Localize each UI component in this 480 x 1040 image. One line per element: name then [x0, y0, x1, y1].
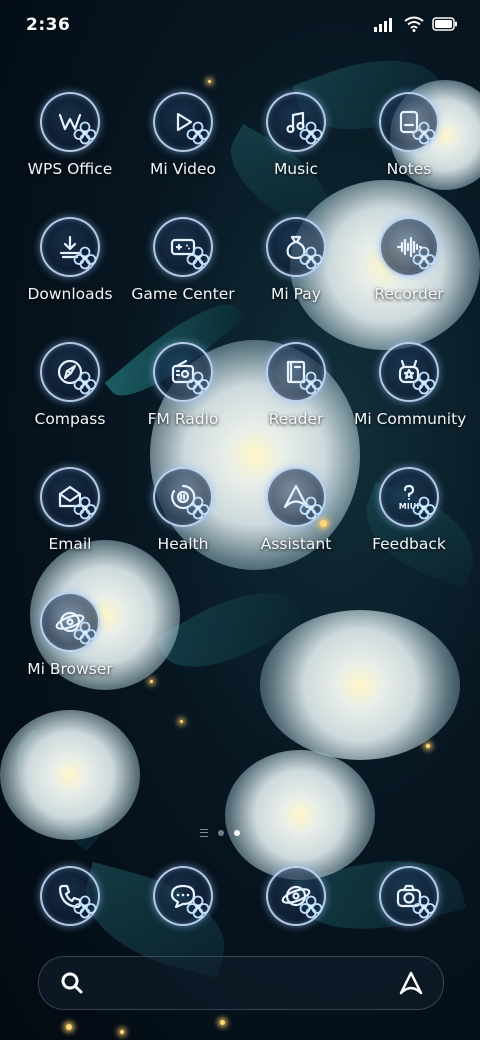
- app-music[interactable]: Music: [241, 92, 351, 178]
- app-recorder[interactable]: Recorder: [354, 217, 464, 303]
- app-fm-radio[interactable]: FM Radio: [128, 342, 238, 428]
- wifi-icon: [404, 16, 424, 32]
- app-label: Music: [273, 160, 319, 178]
- browser-icon-ring: [40, 592, 100, 652]
- app-email[interactable]: Email: [15, 467, 125, 553]
- status-bar: 2:36: [0, 0, 480, 52]
- play-icon-ring: [153, 92, 213, 152]
- app-notes[interactable]: Notes: [354, 92, 464, 178]
- app-label: Feedback: [372, 535, 446, 553]
- flower-sparkle-icon: [186, 496, 210, 520]
- app-health[interactable]: Health: [128, 467, 238, 553]
- flower-sparkle-icon: [299, 895, 323, 919]
- app-compass[interactable]: Compass: [15, 342, 125, 428]
- page-dot-1: [218, 830, 224, 836]
- app-label: Mi Community: [354, 410, 467, 428]
- app-label: Mi Video: [149, 160, 217, 178]
- search-bar[interactable]: [38, 956, 444, 1010]
- compass-icon-ring: [40, 342, 100, 402]
- download-icon-ring: [40, 217, 100, 277]
- app-reader[interactable]: Reader: [241, 342, 351, 428]
- battery-icon: [432, 17, 457, 31]
- app-label: FM Radio: [147, 410, 219, 428]
- app-mi-browser[interactable]: Mi Browser: [15, 592, 125, 678]
- flower-sparkle-icon: [186, 246, 210, 270]
- flower-sparkle-icon: [299, 371, 323, 395]
- health-icon-ring: [153, 467, 213, 527]
- status-icons: [374, 16, 458, 32]
- app-downloads[interactable]: Downloads: [15, 217, 125, 303]
- page-indicator[interactable]: [200, 829, 240, 837]
- app-wps-office[interactable]: WPS Office: [15, 92, 125, 178]
- app-label: WPS Office: [27, 160, 113, 178]
- search-icon[interactable]: [59, 970, 85, 996]
- wps-office-icon-ring: [40, 92, 100, 152]
- signal-icon: [374, 18, 392, 32]
- app-feedback[interactable]: MIUI Feedback: [354, 467, 464, 553]
- flower-sparkle-icon: [412, 121, 436, 145]
- community-icon-ring: [379, 342, 439, 402]
- flower-sparkle-icon: [299, 121, 323, 145]
- dock-messages-button[interactable]: [128, 866, 238, 926]
- app-mi-community[interactable]: Mi Community: [354, 342, 467, 428]
- phone-icon-ring: [40, 866, 100, 926]
- waveform-icon-ring: [379, 217, 439, 277]
- flower-sparkle-icon: [412, 246, 436, 270]
- app-label: Assistant: [260, 535, 332, 553]
- flower-sparkle-icon: [412, 496, 436, 520]
- flower-sparkle-icon: [73, 246, 97, 270]
- app-label: Email: [48, 535, 92, 553]
- flower-sparkle-icon: [186, 895, 210, 919]
- dock-phone-button[interactable]: [15, 866, 125, 926]
- radio-icon-ring: [153, 342, 213, 402]
- notes-icon-ring: [379, 92, 439, 152]
- flower-sparkle-icon: [299, 496, 323, 520]
- app-label: Game Center: [131, 285, 235, 303]
- envelope-icon-ring: [40, 467, 100, 527]
- app-label: Downloads: [27, 285, 113, 303]
- assistant-icon[interactable]: [397, 969, 425, 997]
- app-assistant[interactable]: Assistant: [241, 467, 351, 553]
- page-dot-2-active: [234, 830, 240, 836]
- money-bag-icon-ring: [266, 217, 326, 277]
- messages-icon-ring: [153, 866, 213, 926]
- flower-sparkle-icon: [299, 246, 323, 270]
- app-label: Recorder: [374, 285, 444, 303]
- flower-sparkle-icon: [186, 121, 210, 145]
- clock: 2:36: [26, 15, 71, 35]
- flower-sparkle-icon: [73, 895, 97, 919]
- page-list-indicator: [200, 829, 208, 837]
- app-mi-pay[interactable]: Mi Pay: [241, 217, 351, 303]
- app-label: Notes: [386, 160, 432, 178]
- app-label: Compass: [34, 410, 106, 428]
- dock-browser-button[interactable]: [241, 866, 351, 926]
- dock-camera-button[interactable]: [354, 866, 464, 926]
- app-label: Health: [157, 535, 209, 553]
- flower-sparkle-icon: [73, 621, 97, 645]
- app-label: Mi Pay: [271, 285, 321, 303]
- flower-sparkle-icon: [412, 371, 436, 395]
- flower-sparkle-icon: [73, 121, 97, 145]
- assistant-icon-ring: [266, 467, 326, 527]
- app-game-center[interactable]: Game Center: [128, 217, 238, 303]
- flower-sparkle-icon: [73, 496, 97, 520]
- app-mi-video[interactable]: Mi Video: [128, 92, 238, 178]
- camera-icon-ring: [379, 866, 439, 926]
- gamepad-icon-ring: [153, 217, 213, 277]
- music-note-icon-ring: [266, 92, 326, 152]
- app-label: Reader: [268, 410, 324, 428]
- book-icon-ring: [266, 342, 326, 402]
- feedback-icon-ring: MIUI: [379, 467, 439, 527]
- flower-sparkle-icon: [412, 895, 436, 919]
- flower-sparkle-icon: [73, 371, 97, 395]
- browser-icon-ring: [266, 866, 326, 926]
- flower-sparkle-icon: [186, 371, 210, 395]
- app-label: Mi Browser: [27, 660, 113, 678]
